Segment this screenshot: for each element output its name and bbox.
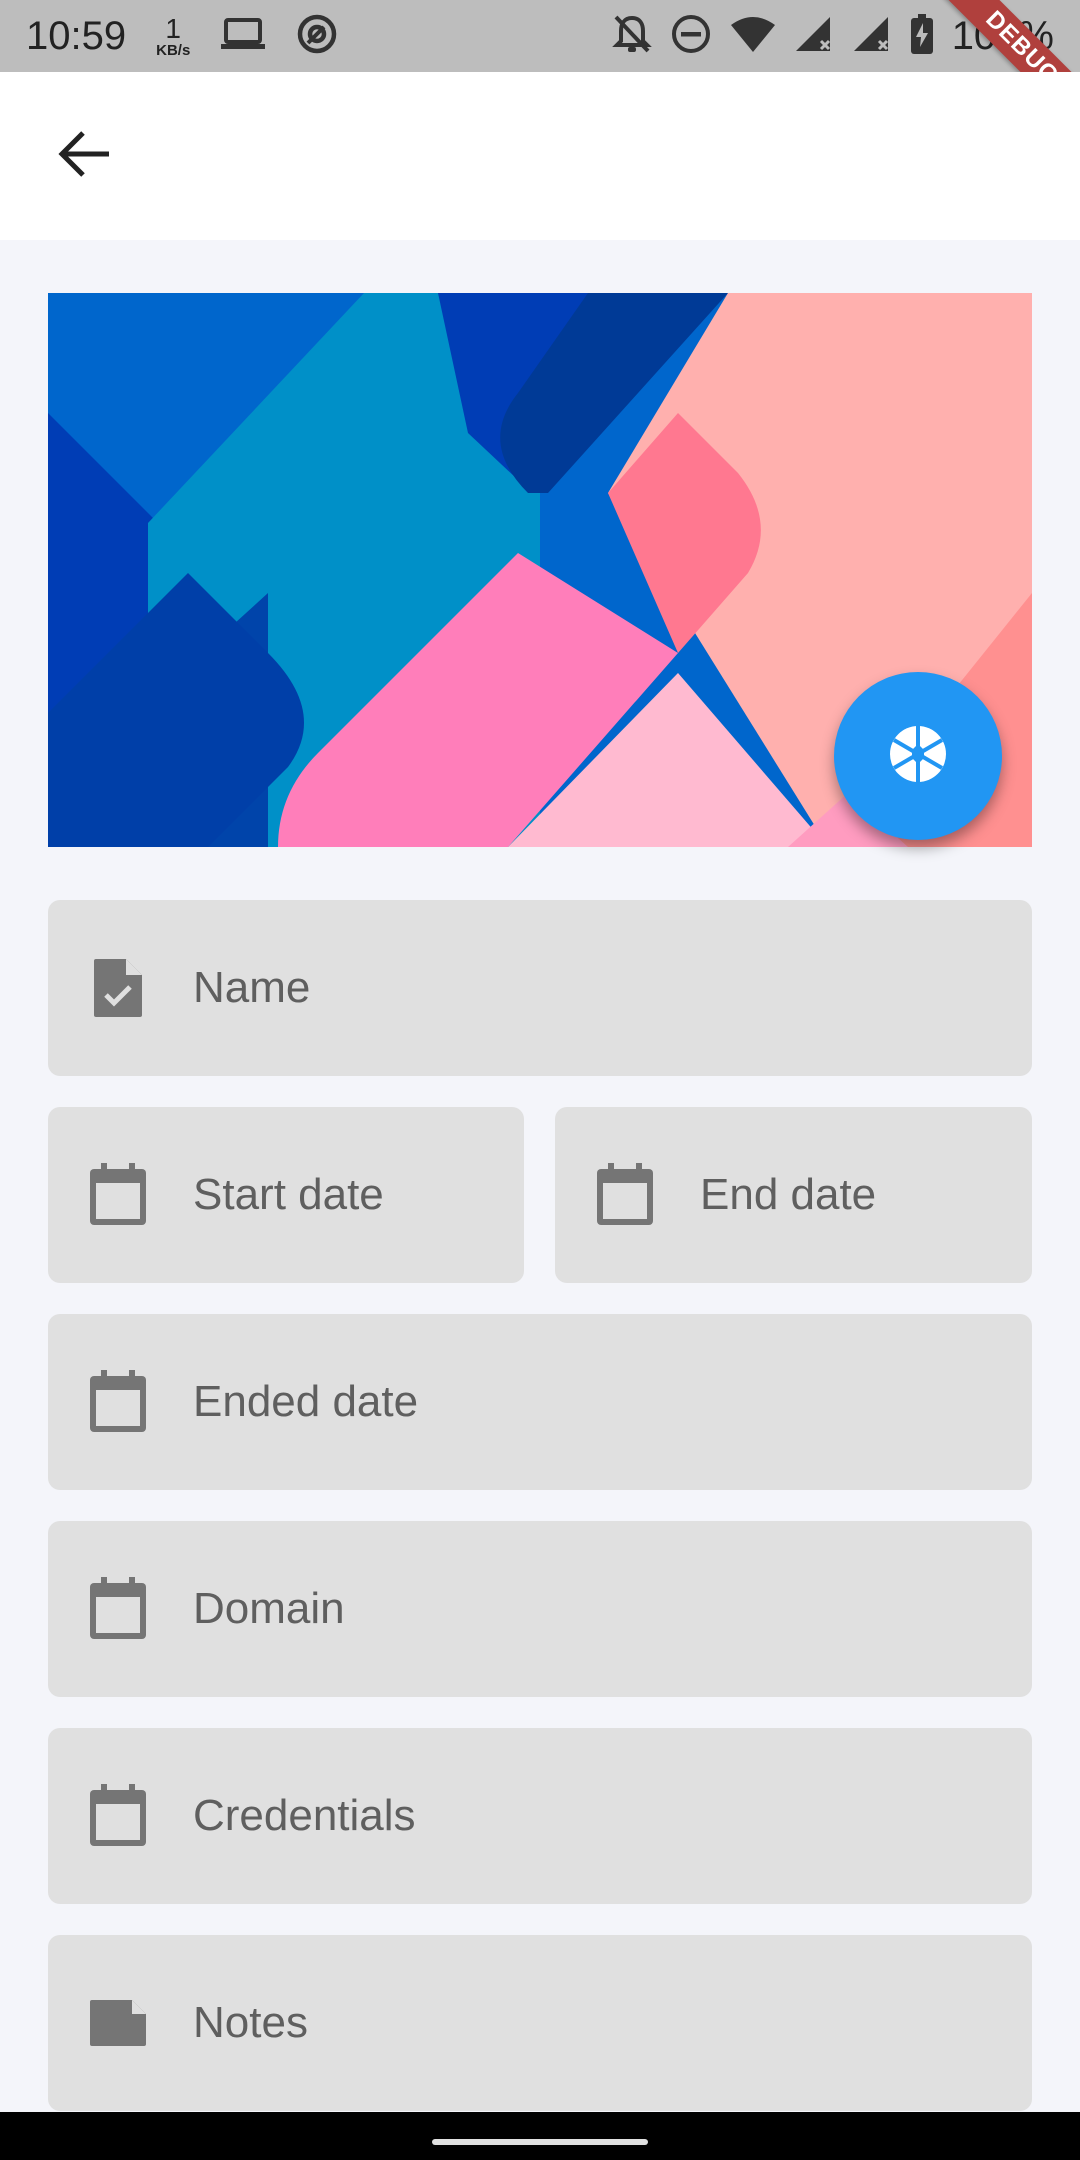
bell-off-icon: [611, 13, 652, 60]
end-date-placeholder: End date: [700, 1170, 877, 1219]
name-field[interactable]: Name: [48, 900, 1032, 1076]
network-speed-value: 1: [165, 12, 181, 44]
network-speed-unit: KB/s: [156, 41, 191, 59]
calendar-icon: [88, 1163, 148, 1227]
end-date-field[interactable]: End date: [555, 1107, 1032, 1283]
notes-field[interactable]: Notes: [48, 1935, 1032, 2111]
arrow-back-icon: [57, 129, 113, 184]
camera-aperture-icon: [887, 723, 949, 790]
network-speed: 1 KB/s: [156, 12, 191, 59]
change-image-button[interactable]: [834, 672, 1002, 840]
start-date-field[interactable]: Start date: [48, 1107, 524, 1283]
ended-date-placeholder: Ended date: [193, 1377, 419, 1426]
notes-placeholder: Notes: [193, 1998, 308, 2047]
calendar-icon: [88, 1577, 148, 1641]
name-placeholder: Name: [193, 963, 311, 1012]
wifi-icon: [730, 15, 776, 58]
domain-field[interactable]: Domain: [48, 1521, 1032, 1697]
home-indicator[interactable]: [432, 2139, 648, 2145]
battery-icon: [910, 13, 934, 60]
file-check-icon: [88, 956, 148, 1020]
dnd-icon: [670, 13, 712, 60]
laptop-icon: [220, 17, 266, 56]
status-bar: 10:59 1 KB/s: [0, 0, 1080, 72]
signal-icon: [852, 15, 892, 58]
domain-placeholder: Domain: [193, 1584, 345, 1633]
status-left: 10:59 1 KB/s: [26, 13, 338, 60]
calendar-icon: [88, 1370, 148, 1434]
app-bar: [0, 72, 1080, 240]
navigation-bar: [0, 2112, 1080, 2160]
ended-date-field[interactable]: Ended date: [48, 1314, 1032, 1490]
credentials-field[interactable]: Credentials: [48, 1728, 1032, 1904]
calendar-icon: [595, 1163, 655, 1227]
back-button[interactable]: [50, 121, 120, 191]
start-date-placeholder: Start date: [193, 1170, 384, 1219]
at-icon: [296, 13, 338, 60]
status-time: 10:59: [26, 13, 127, 58]
signal-icon: [794, 15, 834, 58]
calendar-icon: [88, 1784, 148, 1848]
credentials-placeholder: Credentials: [193, 1791, 416, 1840]
screen: 10:59 1 KB/s DEBUG Name Start date End d…: [0, 0, 1080, 2160]
note-icon: [88, 1991, 148, 2055]
